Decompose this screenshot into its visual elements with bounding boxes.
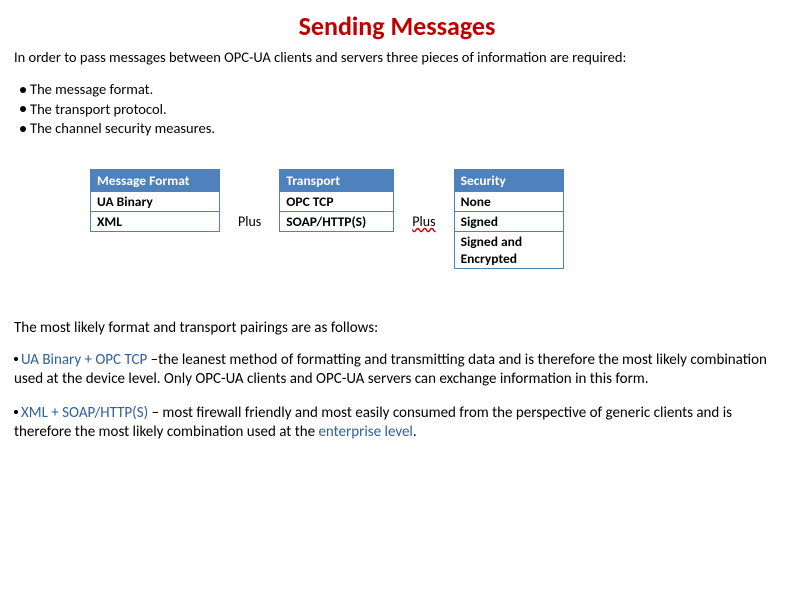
list-item: The transport protocol. xyxy=(20,100,782,120)
list-item: The message format. xyxy=(20,80,782,100)
pairings-intro: The most likely format and transport pai… xyxy=(14,319,782,337)
bullet-icon xyxy=(14,357,18,361)
list-item-label: The channel security measures. xyxy=(30,119,215,137)
plus-label: Plus xyxy=(238,213,261,230)
pairing-paragraph: UA Binary + OPC TCP –the leanest method … xyxy=(14,351,782,390)
pair-lead: UA Binary + OPC TCP xyxy=(21,351,147,369)
table-header: Message Format xyxy=(91,169,220,191)
transport-table: Transport OPC TCP SOAP/HTTP(S) xyxy=(279,169,394,232)
tables-row: Message Format UA Binary XML Plus Transp… xyxy=(90,169,782,269)
table-cell: SOAP/HTTP(S) xyxy=(280,211,394,231)
table-header: Transport xyxy=(280,169,394,191)
pair-tail-end: . xyxy=(413,423,417,441)
table-header: Security xyxy=(454,169,563,191)
bullet-icon xyxy=(20,87,26,93)
table-cell: UA Binary xyxy=(91,191,220,211)
pairing-paragraph: XML + SOAP/HTTP(S) – most firewall frien… xyxy=(14,404,782,443)
table-cell: Signed and Encrypted xyxy=(454,231,563,268)
table-cell: None xyxy=(454,191,563,211)
list-item: The channel security measures. xyxy=(20,119,782,139)
list-item-label: The message format. xyxy=(30,80,153,98)
table-cell: Signed xyxy=(454,211,563,231)
pair-lead: XML + SOAP/HTTP(S) xyxy=(21,404,148,422)
bullet-icon xyxy=(14,410,18,414)
bullet-icon xyxy=(20,106,26,112)
page-title: Sending Messages xyxy=(12,10,782,42)
list-item-label: The transport protocol. xyxy=(30,100,167,118)
intro-paragraph: In order to pass messages between OPC-UA… xyxy=(14,48,782,66)
table-cell: OPC TCP xyxy=(280,191,394,211)
bullet-list: The message format. The transport protoc… xyxy=(20,80,782,139)
table-cell: XML xyxy=(91,211,220,231)
pair-tail-highlight: enterprise level xyxy=(318,423,412,441)
message-format-table: Message Format UA Binary XML xyxy=(90,169,220,232)
plus-label: Plus xyxy=(412,213,435,230)
security-table: Security None Signed Signed and Encrypte… xyxy=(454,169,564,269)
bullet-icon xyxy=(20,126,26,132)
